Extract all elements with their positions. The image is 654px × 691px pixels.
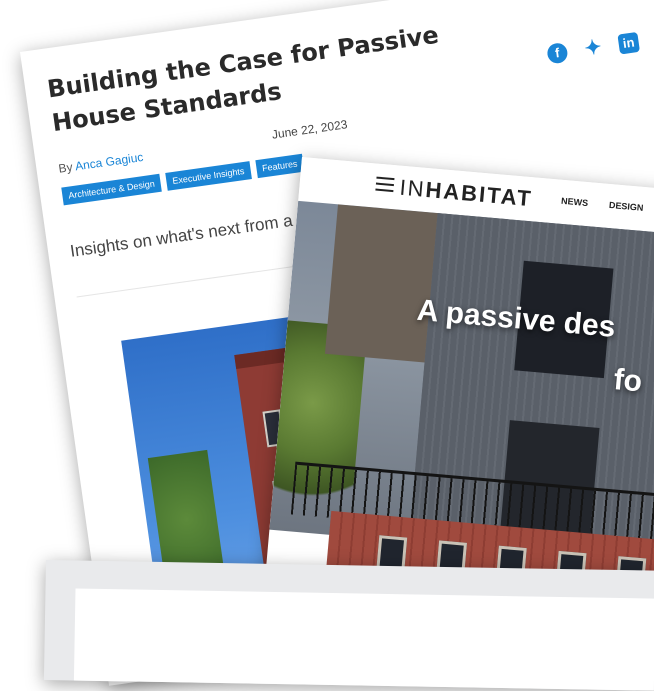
hamburger-menu-icon[interactable] [375,176,395,193]
nav-design[interactable]: DESIGN [609,200,644,213]
twitter-icon[interactable]: ✦ [582,36,605,60]
third-page-content [73,588,654,691]
hero-headline-line2: fo [612,363,644,399]
byline: By Anca Gagiuc [58,150,145,176]
social-share-bar: f ✦ in [546,31,640,65]
nav-news[interactable]: NEWS [561,196,589,208]
logo-light: IN [398,174,427,202]
third-page [43,560,654,691]
byline-prefix: By [57,159,74,176]
hero-image [269,200,654,572]
tag-architecture-design[interactable]: Architecture & Design [61,173,162,206]
site-logo[interactable]: INHABITAT [399,175,534,213]
linkedin-icon[interactable]: in [617,31,640,55]
tag-executive-insights[interactable]: Executive Insights [165,161,252,191]
facebook-icon[interactable]: f [546,41,569,65]
tag-features[interactable]: Features [254,153,305,179]
logo-bold: HABITAT [424,176,534,212]
article-title: Building the Case for Passive House Stan… [45,20,441,138]
author-link[interactable]: Anca Gagiuc [74,150,144,173]
publish-date: June 22, 2023 [270,117,349,142]
